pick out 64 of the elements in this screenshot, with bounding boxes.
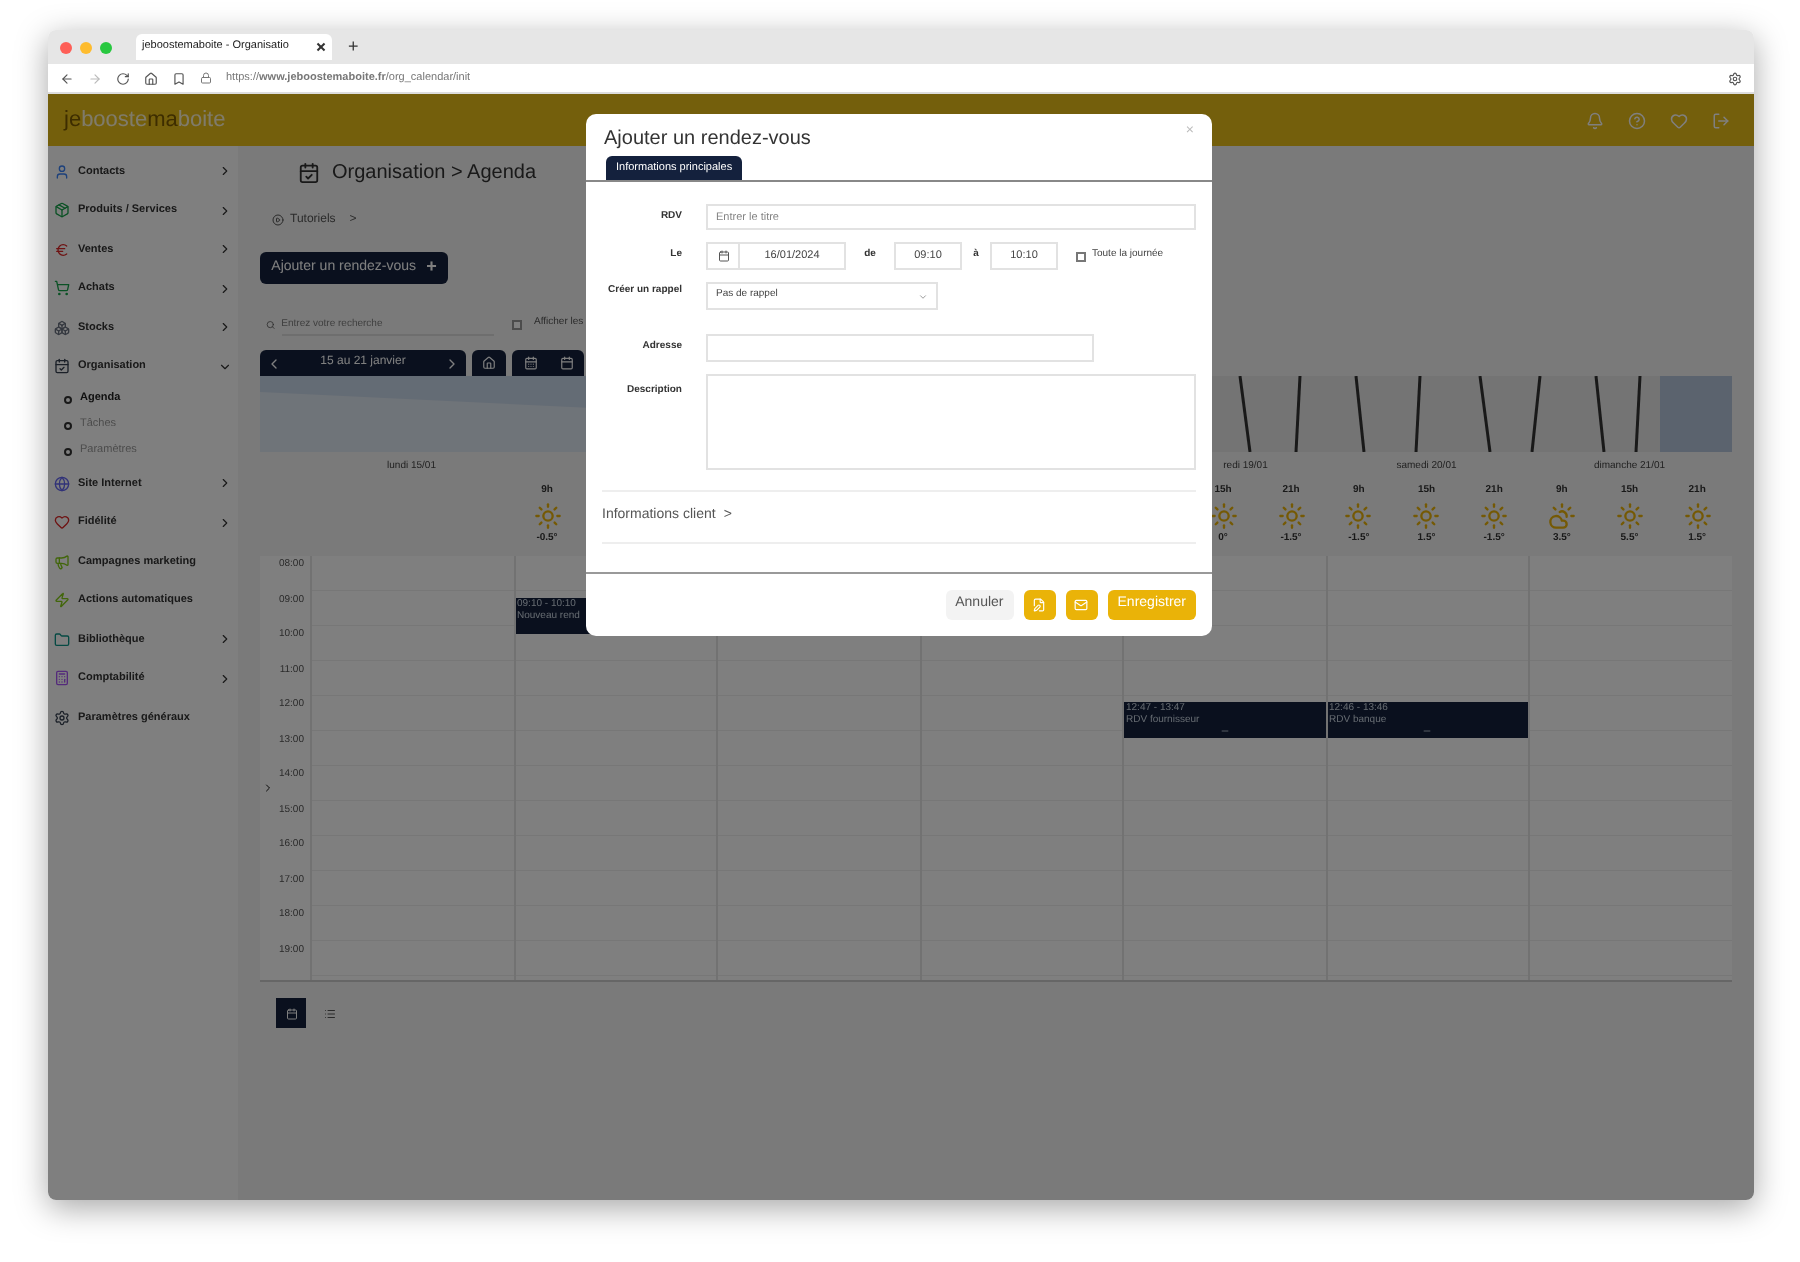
minimize-window-icon[interactable] bbox=[80, 41, 92, 53]
calendar-icon[interactable] bbox=[559, 356, 573, 370]
heart-icon[interactable] bbox=[1670, 111, 1688, 129]
document-button[interactable] bbox=[1023, 590, 1056, 620]
checkbox[interactable] bbox=[512, 319, 522, 329]
forward-icon[interactable] bbox=[88, 71, 102, 85]
home-icon bbox=[482, 356, 496, 370]
help-icon[interactable] bbox=[1628, 111, 1646, 129]
caret-icon bbox=[918, 291, 928, 301]
boxes-icon bbox=[54, 319, 70, 336]
maximize-window-icon[interactable] bbox=[100, 41, 112, 53]
resize-handle-icon[interactable] bbox=[1219, 726, 1230, 736]
euro-icon bbox=[54, 241, 70, 258]
calendar-icon[interactable] bbox=[523, 356, 537, 370]
cart-icon bbox=[54, 280, 70, 297]
sun-icon bbox=[1480, 501, 1509, 529]
sun-icon bbox=[1277, 501, 1305, 529]
bookmark-icon[interactable] bbox=[172, 71, 186, 85]
search-icon bbox=[266, 319, 276, 329]
address-field[interactable] bbox=[706, 334, 1094, 362]
mail-icon bbox=[1074, 598, 1089, 612]
close-tab-icon[interactable] bbox=[316, 42, 326, 52]
settings-icon[interactable] bbox=[1728, 71, 1742, 85]
email-button[interactable] bbox=[1065, 590, 1098, 620]
megaphone-icon bbox=[54, 553, 70, 570]
sun-icon bbox=[1209, 501, 1237, 529]
sun-icon bbox=[1683, 501, 1712, 529]
sun-icon bbox=[1412, 501, 1441, 529]
document-icon bbox=[1032, 598, 1047, 612]
sun-icon bbox=[1615, 501, 1644, 529]
lock-icon bbox=[200, 72, 212, 84]
calendar-icon bbox=[285, 1007, 297, 1019]
folder-icon bbox=[54, 631, 70, 648]
description-field[interactable] bbox=[706, 374, 1196, 470]
checkbox[interactable] bbox=[1076, 251, 1086, 261]
resize-handle-icon[interactable] bbox=[1422, 726, 1433, 736]
calculator-icon bbox=[54, 670, 70, 687]
package-icon bbox=[54, 202, 70, 219]
list-icon bbox=[323, 1007, 335, 1019]
logout-icon[interactable] bbox=[1712, 111, 1730, 129]
modal-title: Ajouter un rendez-vous bbox=[604, 126, 811, 154]
user-icon bbox=[54, 163, 70, 180]
home-icon[interactable] bbox=[144, 71, 158, 85]
previous-icon[interactable] bbox=[266, 355, 282, 371]
reload-icon[interactable] bbox=[116, 71, 130, 85]
bolt-icon bbox=[54, 592, 70, 609]
settings-icon bbox=[54, 709, 70, 726]
sun-icon bbox=[533, 501, 561, 529]
sun-icon bbox=[1344, 501, 1373, 529]
back-icon[interactable] bbox=[60, 71, 74, 85]
view-toggle[interactable] bbox=[276, 998, 306, 1028]
close-window-icon[interactable] bbox=[60, 41, 72, 53]
calendar-icon bbox=[717, 250, 729, 262]
bell-icon[interactable] bbox=[1586, 111, 1604, 129]
page-title: Organisation > Agenda bbox=[332, 159, 537, 187]
play-icon bbox=[272, 214, 284, 226]
today-button[interactable] bbox=[472, 350, 506, 376]
cloud-sun-icon bbox=[1547, 501, 1576, 529]
calendar-icon bbox=[54, 358, 70, 375]
calendar-icon bbox=[298, 161, 320, 183]
new-tab-button[interactable]: + bbox=[348, 38, 359, 56]
expand-icon[interactable] bbox=[262, 782, 274, 794]
globe-icon bbox=[54, 475, 70, 492]
heart-icon bbox=[54, 514, 70, 531]
